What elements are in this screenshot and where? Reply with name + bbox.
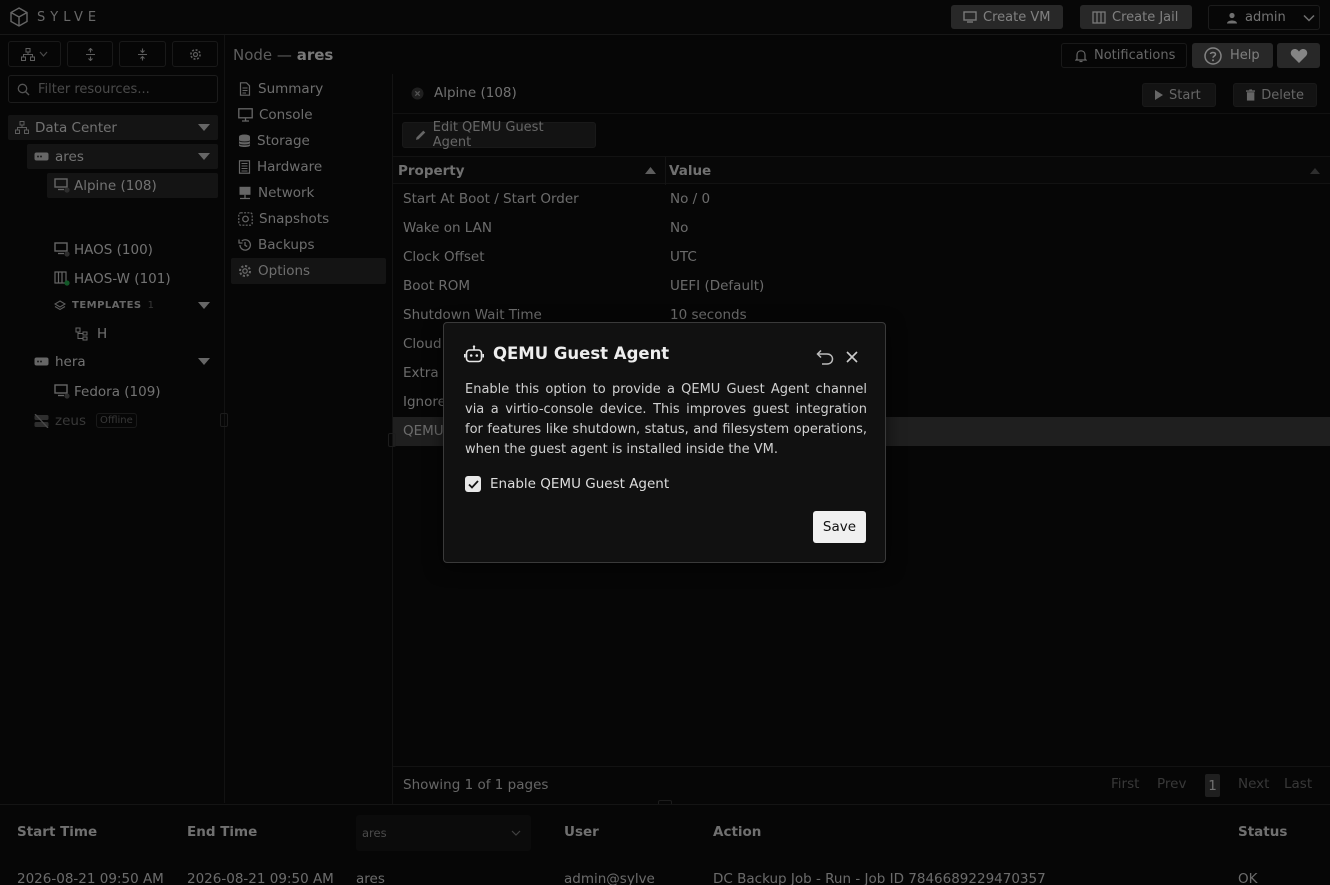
save-button[interactable]: Save (813, 511, 866, 543)
qemu-guest-agent-dialog: QEMU Guest Agent Enable this option to p… (443, 322, 886, 563)
enable-qemu-agent-checkbox[interactable]: Enable QEMU Guest Agent (465, 476, 669, 492)
dialog-description: Enable this option to provide a QEMU Gue… (465, 382, 867, 457)
robot-icon (464, 344, 484, 362)
checkbox-box[interactable] (465, 476, 481, 492)
dialog-title: QEMU Guest Agent (464, 344, 669, 363)
check-icon (467, 479, 479, 489)
dialog-title-text: QEMU Guest Agent (493, 344, 670, 363)
checkbox-label: Enable QEMU Guest Agent (490, 476, 670, 492)
close-icon[interactable] (846, 351, 858, 363)
reset-icon[interactable] (816, 349, 834, 365)
